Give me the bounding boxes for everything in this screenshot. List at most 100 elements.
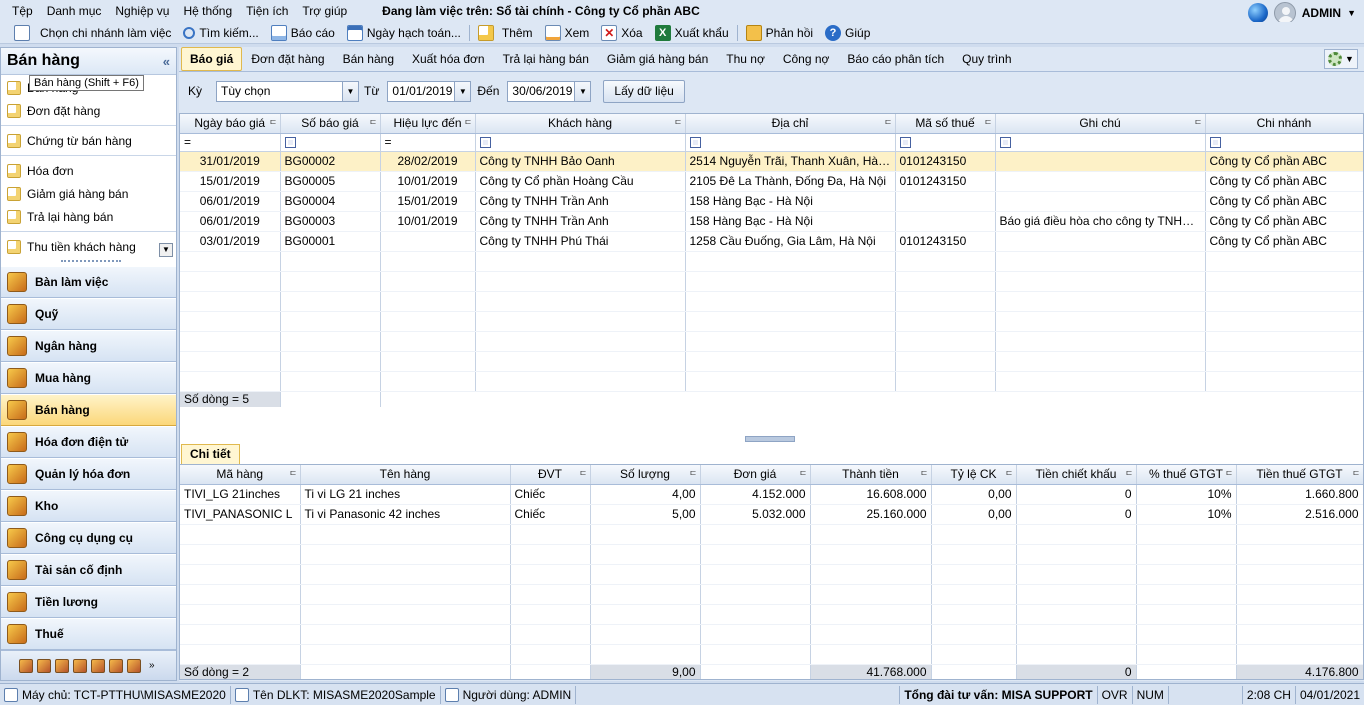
- col-valid-until[interactable]: Hiệu lực đến ⊏: [380, 114, 476, 134]
- table-row[interactable]: 15/01/2019 BG00005 10/01/2019 Công ty Cổ ph…: [180, 171, 1363, 192]
- col-quantity[interactable]: Số lượng ⊏: [590, 465, 701, 485]
- col-address[interactable]: Địa chỉ ⊏: [685, 114, 896, 134]
- menu-operations[interactable]: Nghiệp vụ: [108, 0, 176, 22]
- module-shortcut-icon[interactable]: [37, 658, 51, 673]
- col-item-name[interactable]: Tên hàng: [300, 465, 511, 485]
- globe-icon[interactable]: [1247, 3, 1268, 23]
- table-row[interactable]: 03/01/2019 BG00001 Công ty TNHH Phú Thái 12…: [180, 231, 1363, 252]
- module-payroll[interactable]: Tiền lương: [1, 586, 176, 618]
- filter-icon[interactable]: [999, 137, 1011, 149]
- pin-icon[interactable]: ⊏: [675, 117, 682, 126]
- module-workspace[interactable]: Bàn làm việc: [1, 266, 176, 298]
- filter-icon[interactable]: [479, 137, 491, 149]
- pin-icon[interactable]: ⊏: [465, 117, 472, 126]
- module-warehouse[interactable]: Kho: [1, 490, 176, 522]
- col-amount[interactable]: Thành tiền ⊏: [810, 465, 932, 485]
- left-item-discount[interactable]: Giảm giá hàng bán: [1, 182, 176, 205]
- module-invoice-management[interactable]: Quản lý hóa đơn: [1, 458, 176, 490]
- tab-analysis-report[interactable]: Báo cáo phân tích: [838, 47, 953, 71]
- filter-icon[interactable]: [284, 137, 296, 149]
- module-shortcut-icon[interactable]: [109, 658, 123, 673]
- pin-icon[interactable]: ⊏: [885, 117, 892, 126]
- pin-icon[interactable]: ⊏: [1126, 468, 1133, 477]
- choose-branch-button[interactable]: Chọn chi nhánh làm việc: [0, 24, 177, 41]
- module-shortcut-icon[interactable]: [91, 658, 105, 673]
- menu-file[interactable]: Tệp: [0, 0, 40, 22]
- tab-process[interactable]: Quy trình: [953, 47, 1020, 71]
- period-select[interactable]: Tùy chọn ▼: [216, 80, 360, 102]
- view-button[interactable]: Xem: [539, 24, 596, 41]
- menu-help[interactable]: Trợ giúp: [295, 0, 354, 22]
- filter-icon[interactable]: [899, 137, 911, 149]
- pin-icon[interactable]: ⊏: [370, 117, 377, 126]
- avatar[interactable]: [1273, 2, 1296, 24]
- module-bank[interactable]: Ngân hàng: [1, 330, 176, 362]
- filter-icon[interactable]: [689, 137, 701, 149]
- splitter-handle[interactable]: [61, 260, 121, 264]
- load-data-button[interactable]: Lấy dữ liệu: [603, 79, 685, 103]
- col-customer[interactable]: Khách hàng ⊏: [475, 114, 686, 134]
- module-shortcut-icon[interactable]: [73, 658, 87, 673]
- pin-icon[interactable]: ⊏: [580, 468, 587, 477]
- col-vat-amount[interactable]: Tiền thuế GTGT ⊏: [1236, 465, 1363, 485]
- col-unit-price[interactable]: Đơn giá ⊏: [700, 465, 811, 485]
- table-row[interactable]: 31/01/2019 BG00002 28/02/2019 Công ty TNHH …: [180, 151, 1363, 172]
- module-purchase[interactable]: Mua hàng: [1, 362, 176, 394]
- filter-cell[interactable]: [995, 133, 1206, 152]
- left-item-sales-order[interactable]: Đơn đặt hàng: [1, 99, 176, 122]
- module-shortcut-icon[interactable]: [127, 658, 141, 673]
- filter-cell[interactable]: [1205, 133, 1363, 152]
- left-scroll-down-button[interactable]: ▼: [159, 243, 173, 257]
- col-unit[interactable]: ĐVT ⊏: [510, 465, 591, 485]
- feedback-button[interactable]: Phản hồi: [740, 24, 819, 41]
- module-tax[interactable]: Thuế: [1, 618, 176, 650]
- menu-catalog[interactable]: Danh mục: [40, 0, 109, 22]
- col-branch[interactable]: Chi nhánh: [1205, 114, 1363, 134]
- pin-icon[interactable]: ⊏: [921, 468, 928, 477]
- col-note[interactable]: Ghi chú ⊏: [995, 114, 1206, 134]
- report-button[interactable]: Báo cáo: [265, 24, 341, 41]
- module-cash[interactable]: Quỹ: [1, 298, 176, 330]
- add-button[interactable]: Thêm: [472, 24, 539, 41]
- table-row[interactable]: TIVI_PANASONIC L Ti vi Panasonic 42 inche…: [180, 504, 1363, 525]
- delete-button[interactable]: ✕ Xóa: [595, 24, 648, 41]
- table-row[interactable]: 06/01/2019 BG00003 10/01/2019 Công ty TNHH …: [180, 211, 1363, 232]
- col-discount-rate[interactable]: Tỷ lệ CK ⊏: [931, 465, 1017, 485]
- module-e-invoice[interactable]: Hóa đơn điện tử: [1, 426, 176, 458]
- module-shortcut-icon[interactable]: [55, 658, 69, 673]
- tab-debt-collection[interactable]: Thu nợ: [717, 47, 774, 71]
- pin-icon[interactable]: ⊏: [1195, 117, 1202, 126]
- pin-icon[interactable]: ⊏: [690, 468, 697, 477]
- pin-icon[interactable]: ⊏: [1226, 468, 1233, 477]
- table-row[interactable]: TIVI_LG 21inches Ti vi LG 21 inches Chiếc 4…: [180, 484, 1363, 505]
- col-vat-rate[interactable]: % thuế GTGT ⊏: [1136, 465, 1237, 485]
- tab-sales-order[interactable]: Đơn đặt hàng: [242, 47, 333, 71]
- left-item-receipt[interactable]: Thu tiền khách hàng: [1, 235, 176, 258]
- left-item-return[interactable]: Trả lại hàng bán: [1, 205, 176, 228]
- settings-button[interactable]: ▼: [1324, 49, 1358, 69]
- tab-issue-invoice[interactable]: Xuất hóa đơn: [403, 47, 494, 71]
- search-button[interactable]: Tìm kiếm...: [177, 26, 264, 40]
- col-quote-date[interactable]: Ngày báo giá ⊏: [180, 114, 281, 134]
- pin-icon[interactable]: ⊏: [1353, 468, 1360, 477]
- col-tax-code[interactable]: Mã số thuế ⊏: [895, 114, 996, 134]
- tab-detail[interactable]: Chi tiết: [181, 444, 240, 465]
- filter-cell[interactable]: [475, 133, 686, 152]
- module-shortcut-icon[interactable]: [19, 658, 33, 673]
- pin-icon[interactable]: ⊏: [800, 468, 807, 477]
- pin-icon[interactable]: ⊏: [1006, 468, 1013, 477]
- chevron-down-icon[interactable]: ▼: [454, 81, 471, 101]
- filter-cell[interactable]: [280, 133, 381, 152]
- col-item-code[interactable]: Mã hàng ⊏: [180, 465, 301, 485]
- module-sales[interactable]: Bán hàng: [1, 394, 176, 426]
- chevron-down-icon[interactable]: ▼: [1347, 8, 1356, 18]
- module-fixed-assets[interactable]: Tài sản cố định: [1, 554, 176, 586]
- left-item-invoice[interactable]: Hóa đơn: [1, 159, 176, 182]
- filter-cell[interactable]: =: [380, 133, 476, 152]
- filter-cell[interactable]: [685, 133, 896, 152]
- filter-cell[interactable]: =: [180, 133, 281, 152]
- from-date-field[interactable]: 01/01/2019 ▼: [387, 80, 472, 102]
- posting-date-button[interactable]: Ngày hạch toán...: [341, 24, 467, 41]
- help-button[interactable]: ? Giúp: [819, 24, 876, 41]
- panel-splitter[interactable]: [745, 436, 795, 442]
